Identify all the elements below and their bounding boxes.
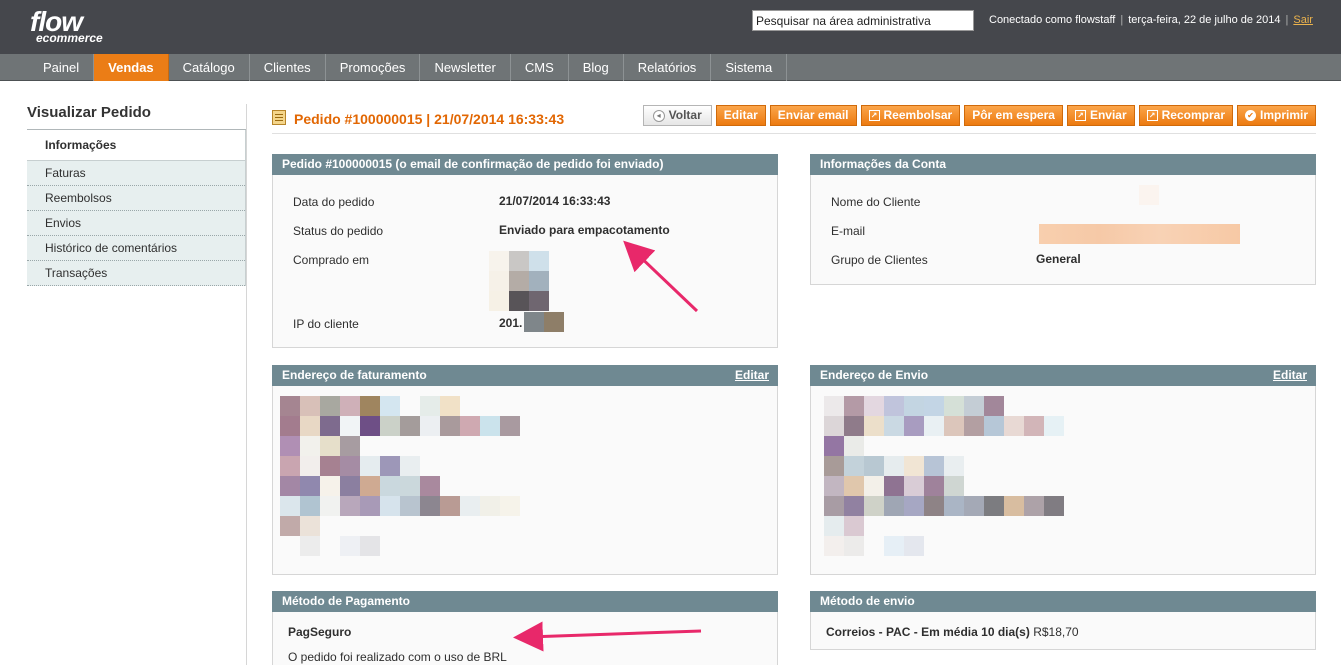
nav-blog[interactable]: Blog xyxy=(569,54,624,81)
sidebar-title: Visualizar Pedido xyxy=(27,104,246,130)
page-title: Pedido #100000015 | 21/07/2014 16:33:43 xyxy=(294,111,565,127)
shipping-address-heading: Endereço de Envio Editar xyxy=(810,365,1316,386)
nav-system[interactable]: Sistema xyxy=(711,54,788,81)
order-info-body: Data do pedido 21/07/2014 16:33:43 Statu… xyxy=(272,175,778,348)
nav-reports[interactable]: Relatórios xyxy=(624,54,712,81)
document-arrow-icon: ↗ xyxy=(1074,110,1086,121)
back-arrow-icon: ◂ xyxy=(652,109,665,122)
purchased-from-label: Comprado em xyxy=(293,253,370,267)
checkmark-icon: ✔ xyxy=(1244,110,1256,121)
customer-ip-label: IP do cliente xyxy=(293,317,359,331)
order-info-heading: Pedido #100000015 (o email de confirmaçã… xyxy=(272,154,778,175)
nav-promotions[interactable]: Promoções xyxy=(326,54,421,81)
billing-address-redacted xyxy=(272,386,778,575)
admin-header: flow ecommerce Conectado como flowstaff|… xyxy=(0,0,1341,54)
header-user-info: Conectado como flowstaff | terça-feira, 22… xyxy=(989,14,1313,26)
customer-ip-value: 201. xyxy=(499,316,523,330)
admin-search-input[interactable] xyxy=(752,10,974,31)
credit-memo-button[interactable]: ↗ Reembolsar xyxy=(860,105,961,126)
brand-logo[interactable]: flow ecommerce xyxy=(30,8,103,45)
email-label: E-mail xyxy=(831,224,866,238)
edit-shipping-link[interactable]: Editar xyxy=(1273,365,1307,386)
page-header: Pedido #100000015 | 21/07/2014 16:33:43 … xyxy=(272,104,1316,134)
shipping-price: R$18,70 xyxy=(1033,625,1079,639)
tab-shipments[interactable]: Envios xyxy=(27,211,245,236)
shipping-address-redacted xyxy=(810,386,1316,575)
order-icon xyxy=(272,110,286,125)
nav-dashboard[interactable]: Painel xyxy=(29,54,95,81)
customer-group-label: Grupo de Clientes xyxy=(831,253,928,267)
order-sidebar: Visualizar Pedido Informações Faturas Re… xyxy=(27,104,246,286)
print-button[interactable]: ✔ Imprimir xyxy=(1236,105,1316,126)
nav-sales[interactable]: Vendas xyxy=(94,54,169,81)
nav-newsletter[interactable]: Newsletter xyxy=(420,54,511,81)
order-status-value: Enviado para empacotamento xyxy=(499,223,670,237)
shipping-method-heading: Método de envio xyxy=(810,591,1316,612)
edit-billing-link[interactable]: Editar xyxy=(735,365,769,386)
billing-address-title: Endereço de faturamento xyxy=(282,368,427,382)
shipping-method-text: Correios - PAC - Em média 10 dia(s) R$18… xyxy=(826,625,1079,639)
order-date-label: Data do pedido xyxy=(293,195,375,209)
tab-credit-memos[interactable]: Reembolsos xyxy=(27,186,245,211)
document-arrow-icon: ↗ xyxy=(1146,110,1158,121)
tab-comments-history[interactable]: Histórico de comentários xyxy=(27,236,245,261)
shipping-address-box: Endereço de Envio Editar xyxy=(810,365,1316,575)
tab-invoices[interactable]: Faturas xyxy=(27,161,245,186)
send-email-button[interactable]: Enviar email xyxy=(769,105,857,126)
reorder-button[interactable]: ↗ Recomprar xyxy=(1138,105,1233,126)
hold-button[interactable]: Pôr em espera xyxy=(964,105,1063,126)
order-status-label: Status do pedido xyxy=(293,224,384,238)
sidebar-tabs: Informações Faturas Reembolsos Envios Hi… xyxy=(27,130,246,286)
payment-method-box: Método de Pagamento PagSeguro O pedido f… xyxy=(272,591,778,665)
shipping-method-name: Correios - PAC - Em média 10 dia(s) xyxy=(826,625,1030,639)
payment-method-heading: Método de Pagamento xyxy=(272,591,778,612)
account-info-box: Informações da Conta Nome do Cliente E-m… xyxy=(810,154,1316,285)
main-navigation: Painel Vendas Catálogo Clientes Promoçõe… xyxy=(0,54,1341,81)
document-arrow-icon: ↗ xyxy=(868,110,880,121)
logged-in-text: Conectado como flowstaff xyxy=(989,14,1116,26)
nav-cms[interactable]: CMS xyxy=(511,54,569,81)
customer-group-value: General xyxy=(1036,252,1081,266)
payment-method-body: PagSeguro O pedido foi realizado com o u… xyxy=(272,612,778,665)
back-button[interactable]: ◂ Voltar xyxy=(642,105,712,126)
header-date: terça-feira, 22 de julho de 2014 xyxy=(1128,14,1281,26)
nav-customers[interactable]: Clientes xyxy=(250,54,326,81)
payment-currency-note: O pedido foi realizado com o uso de BRL xyxy=(288,650,507,664)
customer-name-redacted xyxy=(1139,185,1159,205)
shipping-address-title: Endereço de Envio xyxy=(820,368,929,382)
payment-method-name: PagSeguro xyxy=(288,625,352,639)
action-buttons: ◂ Voltar Editar Enviar email ↗ Reembolsar … xyxy=(642,105,1316,126)
shipping-method-box: Método de envio Correios - PAC - Em médi… xyxy=(810,591,1316,650)
billing-address-heading: Endereço de faturamento Editar xyxy=(272,365,778,386)
account-info-body: Nome do Cliente E-mail Grupo de Clientes… xyxy=(810,175,1316,285)
sidebar-divider xyxy=(246,104,247,665)
order-info-box: Pedido #100000015 (o email de confirmaçã… xyxy=(272,154,778,348)
nav-catalog[interactable]: Catálogo xyxy=(169,54,250,81)
shipping-method-body: Correios - PAC - Em média 10 dia(s) R$18… xyxy=(810,612,1316,650)
edit-button[interactable]: Editar xyxy=(715,105,766,126)
tab-transactions[interactable]: Transações xyxy=(27,261,245,286)
logout-link[interactable]: Sair xyxy=(1293,14,1313,26)
email-redacted xyxy=(1039,224,1240,244)
tab-information[interactable]: Informações xyxy=(27,130,245,161)
ship-button[interactable]: ↗ Enviar xyxy=(1066,105,1135,126)
billing-address-box: Endereço de faturamento Editar xyxy=(272,365,778,575)
order-date-value: 21/07/2014 16:33:43 xyxy=(499,194,611,208)
account-info-heading: Informações da Conta xyxy=(810,154,1316,175)
customer-name-label: Nome do Cliente xyxy=(831,195,921,209)
logo-subtitle: ecommerce xyxy=(36,31,103,45)
